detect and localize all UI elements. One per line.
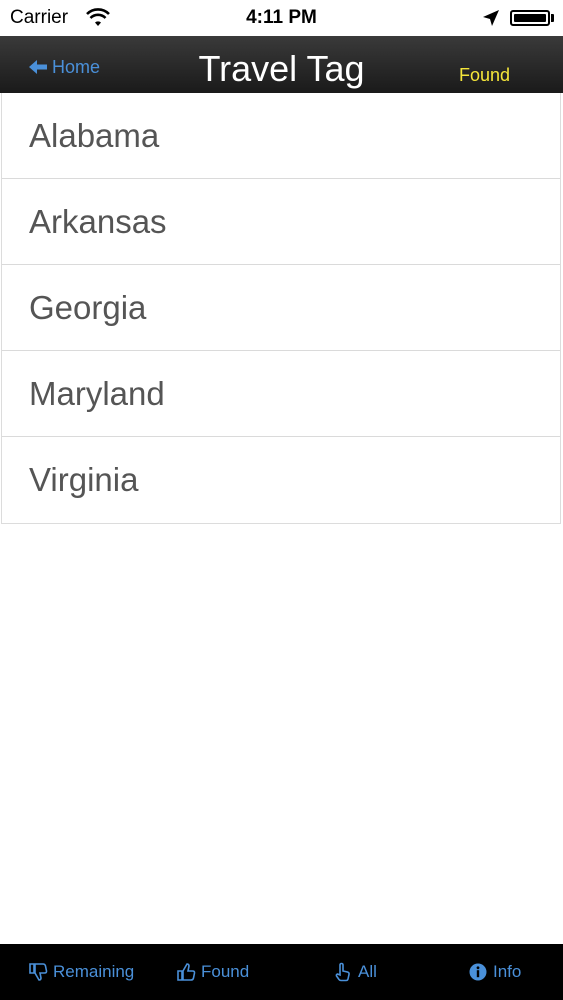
hand-pointer-icon xyxy=(335,962,350,982)
tab-found[interactable]: Found xyxy=(176,944,249,1000)
tab-all[interactable]: All xyxy=(333,944,377,1000)
location-arrow-icon xyxy=(483,10,499,26)
list-item-maryland[interactable]: Maryland xyxy=(2,351,560,437)
list-item-alabama[interactable]: Alabama xyxy=(2,93,560,179)
tab-found-label: Found xyxy=(201,962,250,981)
list-item-georgia[interactable]: Georgia xyxy=(2,265,560,351)
tab-info-label: Info xyxy=(493,962,522,981)
battery-tip xyxy=(551,14,554,22)
tab-remaining-label: Remaining xyxy=(53,962,135,981)
tab-remaining[interactable]: Remaining xyxy=(28,944,134,1000)
thumbs-up-icon xyxy=(177,963,196,981)
tab-bar: Remaining Found All Info xyxy=(0,944,563,1000)
tab-all-label: All xyxy=(358,962,377,981)
found-nav-button[interactable]: Found xyxy=(459,65,510,86)
navigation-bar: Home Travel Tag Found xyxy=(0,36,563,93)
thumbs-down-icon xyxy=(29,963,48,981)
state-list: Alabama Arkansas Georgia Maryland Virgin… xyxy=(1,93,561,524)
status-bar: Carrier 4:11 PM xyxy=(0,0,563,36)
info-icon xyxy=(469,963,487,981)
tab-info[interactable]: Info xyxy=(468,944,521,1000)
battery-icon xyxy=(510,10,550,26)
list-item-arkansas[interactable]: Arkansas xyxy=(2,179,560,265)
status-time: 4:11 PM xyxy=(246,7,317,28)
list-item-virginia[interactable]: Virginia xyxy=(2,437,560,523)
